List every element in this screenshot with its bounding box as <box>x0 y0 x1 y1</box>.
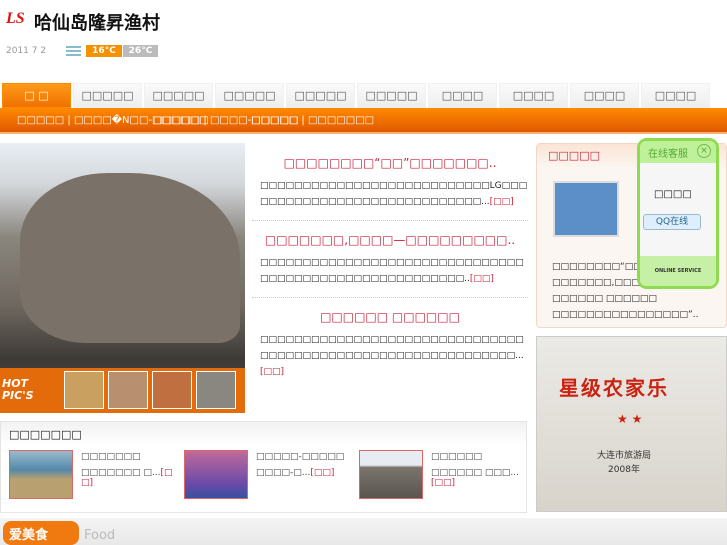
nav-tab-home[interactable]: □ □ <box>2 83 71 108</box>
more-link[interactable]: [□□] <box>470 274 494 284</box>
article: □□□□□□ □□□□□□ □□□□□□□□□□□□□□□□□□□□□□□□□□□… <box>252 304 528 390</box>
weather-icon <box>66 46 81 58</box>
scenery-item: □□□□□-□□□□□ □□□□-□...[□□] <box>184 450 349 500</box>
article: □□□□□□□□“□□”□□□□□□□.. □□□□□□□□□□□□□□□□□□□… <box>252 150 528 221</box>
thumbnail[interactable] <box>64 371 104 409</box>
scenery-image[interactable] <box>9 450 73 499</box>
temp-low: 16°C <box>86 45 122 57</box>
food-label: Food <box>84 528 116 543</box>
article-body: □□□□□□□□□□□□□□□□□□□□□□□□□□□LG□□□□□□□□□□□… <box>260 181 528 207</box>
more-link[interactable]: [□□] <box>490 197 514 207</box>
sign-title: 星级农家乐 <box>559 376 669 400</box>
logo[interactable]: LS <box>6 10 25 28</box>
food-section-header: 爱美食 Food <box>0 518 727 545</box>
item-name[interactable]: □□□□□□□ <box>81 452 174 462</box>
panel-line[interactable]: □□□□□□□□□□□□□□□□”.. <box>552 307 717 323</box>
more-link[interactable]: [□□] <box>310 468 334 478</box>
qq-online-button[interactable]: QQ在线 <box>643 214 701 230</box>
nav-tab[interactable]: □□□□ <box>570 83 639 108</box>
nav-tab[interactable]: □□□□ <box>641 83 710 108</box>
nav-tab[interactable]: □□□□ <box>428 83 497 108</box>
map-image[interactable] <box>553 181 619 237</box>
nav-tab[interactable]: □□□□□ <box>357 83 426 108</box>
article-list: □□□□□□□□“□□”□□□□□□□.. □□□□□□□□□□□□□□□□□□□… <box>252 150 528 396</box>
thumbnail[interactable] <box>196 371 236 409</box>
award-sign-image: 星级农家乐 ★ ★ 大连市旅游局 2008年 <box>536 336 727 512</box>
sign-stars: ★ ★ <box>617 412 643 426</box>
article-title[interactable]: □□□□□□ □□□□□□ <box>252 310 528 324</box>
site-title: 哈仙岛隆昇渔村 <box>34 13 160 34</box>
more-link[interactable]: [□□] <box>431 478 455 488</box>
article-body: □□□□□□□□□□□□□□□□□□□□□□□□□□□□□□□□□□□□□□□□… <box>260 335 524 361</box>
item-name[interactable]: □□□□□-□□□□□ <box>256 452 349 462</box>
online-service-label: ONLINE SERVICE <box>640 256 716 286</box>
service-name: □□□□ <box>654 189 692 200</box>
scenery-image[interactable] <box>184 450 248 499</box>
food-badge: 爱美食 <box>3 521 79 545</box>
thumbnail[interactable] <box>108 371 148 409</box>
nav-tab[interactable]: □□□□□ <box>144 83 213 108</box>
panel-title: □□□□□ <box>548 149 600 162</box>
date: 2011 7 2 <box>6 46 47 56</box>
item-name[interactable]: □□□□□□ <box>431 452 524 462</box>
more-link[interactable]: [□□] <box>260 367 284 377</box>
scenery-item: □□□□□□ □□□□□□ □□□...[□□] <box>359 450 524 500</box>
item-desc: □□□□-□... <box>256 468 311 478</box>
nav-tab[interactable]: □□□□□ <box>215 83 284 108</box>
sub-nav-bar: □□□□□ | □□□□�N□□-□□□□□□ □□□□□ | □□□□-□□□… <box>0 108 727 134</box>
article-title[interactable]: □□□□□□□□“□□”□□□□□□□.. <box>252 156 528 170</box>
item-desc: □□□□□□ □□□... <box>431 468 519 478</box>
nav-tab[interactable]: □□□□□ <box>286 83 355 108</box>
hot-pics-label: HOT PIC'S <box>2 377 34 402</box>
item-desc: □□□□□□□ □... <box>81 468 161 478</box>
close-icon[interactable]: × <box>697 144 711 158</box>
hero-slideshow[interactable]: HOT PIC'S <box>0 143 245 413</box>
nav-tab[interactable]: □□□□□ <box>73 83 142 108</box>
box-title: □□□□□□□ <box>9 428 82 441</box>
main-nav: □ □ □□□□□ □□□□□ □□□□□ □□□□□ □□□□□ □□□□ □… <box>2 83 710 108</box>
thumbnail[interactable] <box>152 371 192 409</box>
hero-image <box>20 173 240 343</box>
article-title[interactable]: □□□□□□□,□□□□—□□□□□□□□□.. <box>252 233 528 247</box>
panel-line[interactable]: □□□□□□ □□□□□□ <box>552 291 717 307</box>
nav-tab[interactable]: □□□□ <box>499 83 568 108</box>
article: □□□□□□□,□□□□—□□□□□□□□□.. □□□□□□□□□□□□□□□□… <box>252 227 528 298</box>
sub-link[interactable]: □□□□□ | □□□□□□□ <box>251 115 374 126</box>
scenery-image[interactable] <box>359 450 423 499</box>
online-service-widget: 在线客服 × □□□□ QQ在线 ONLINE SERVICE <box>637 138 719 289</box>
scenery-item: □□□□□□□ □□□□□□□ □...[□□] <box>9 450 174 500</box>
sign-subtitle: 大连市旅游局 2008年 <box>597 451 652 475</box>
temp-high: 26°C <box>123 45 158 57</box>
scenery-box: □□□□□□□ □□□□□□□ □□□□□□□ □... [□□] □□□□□-□□… <box>0 421 527 513</box>
